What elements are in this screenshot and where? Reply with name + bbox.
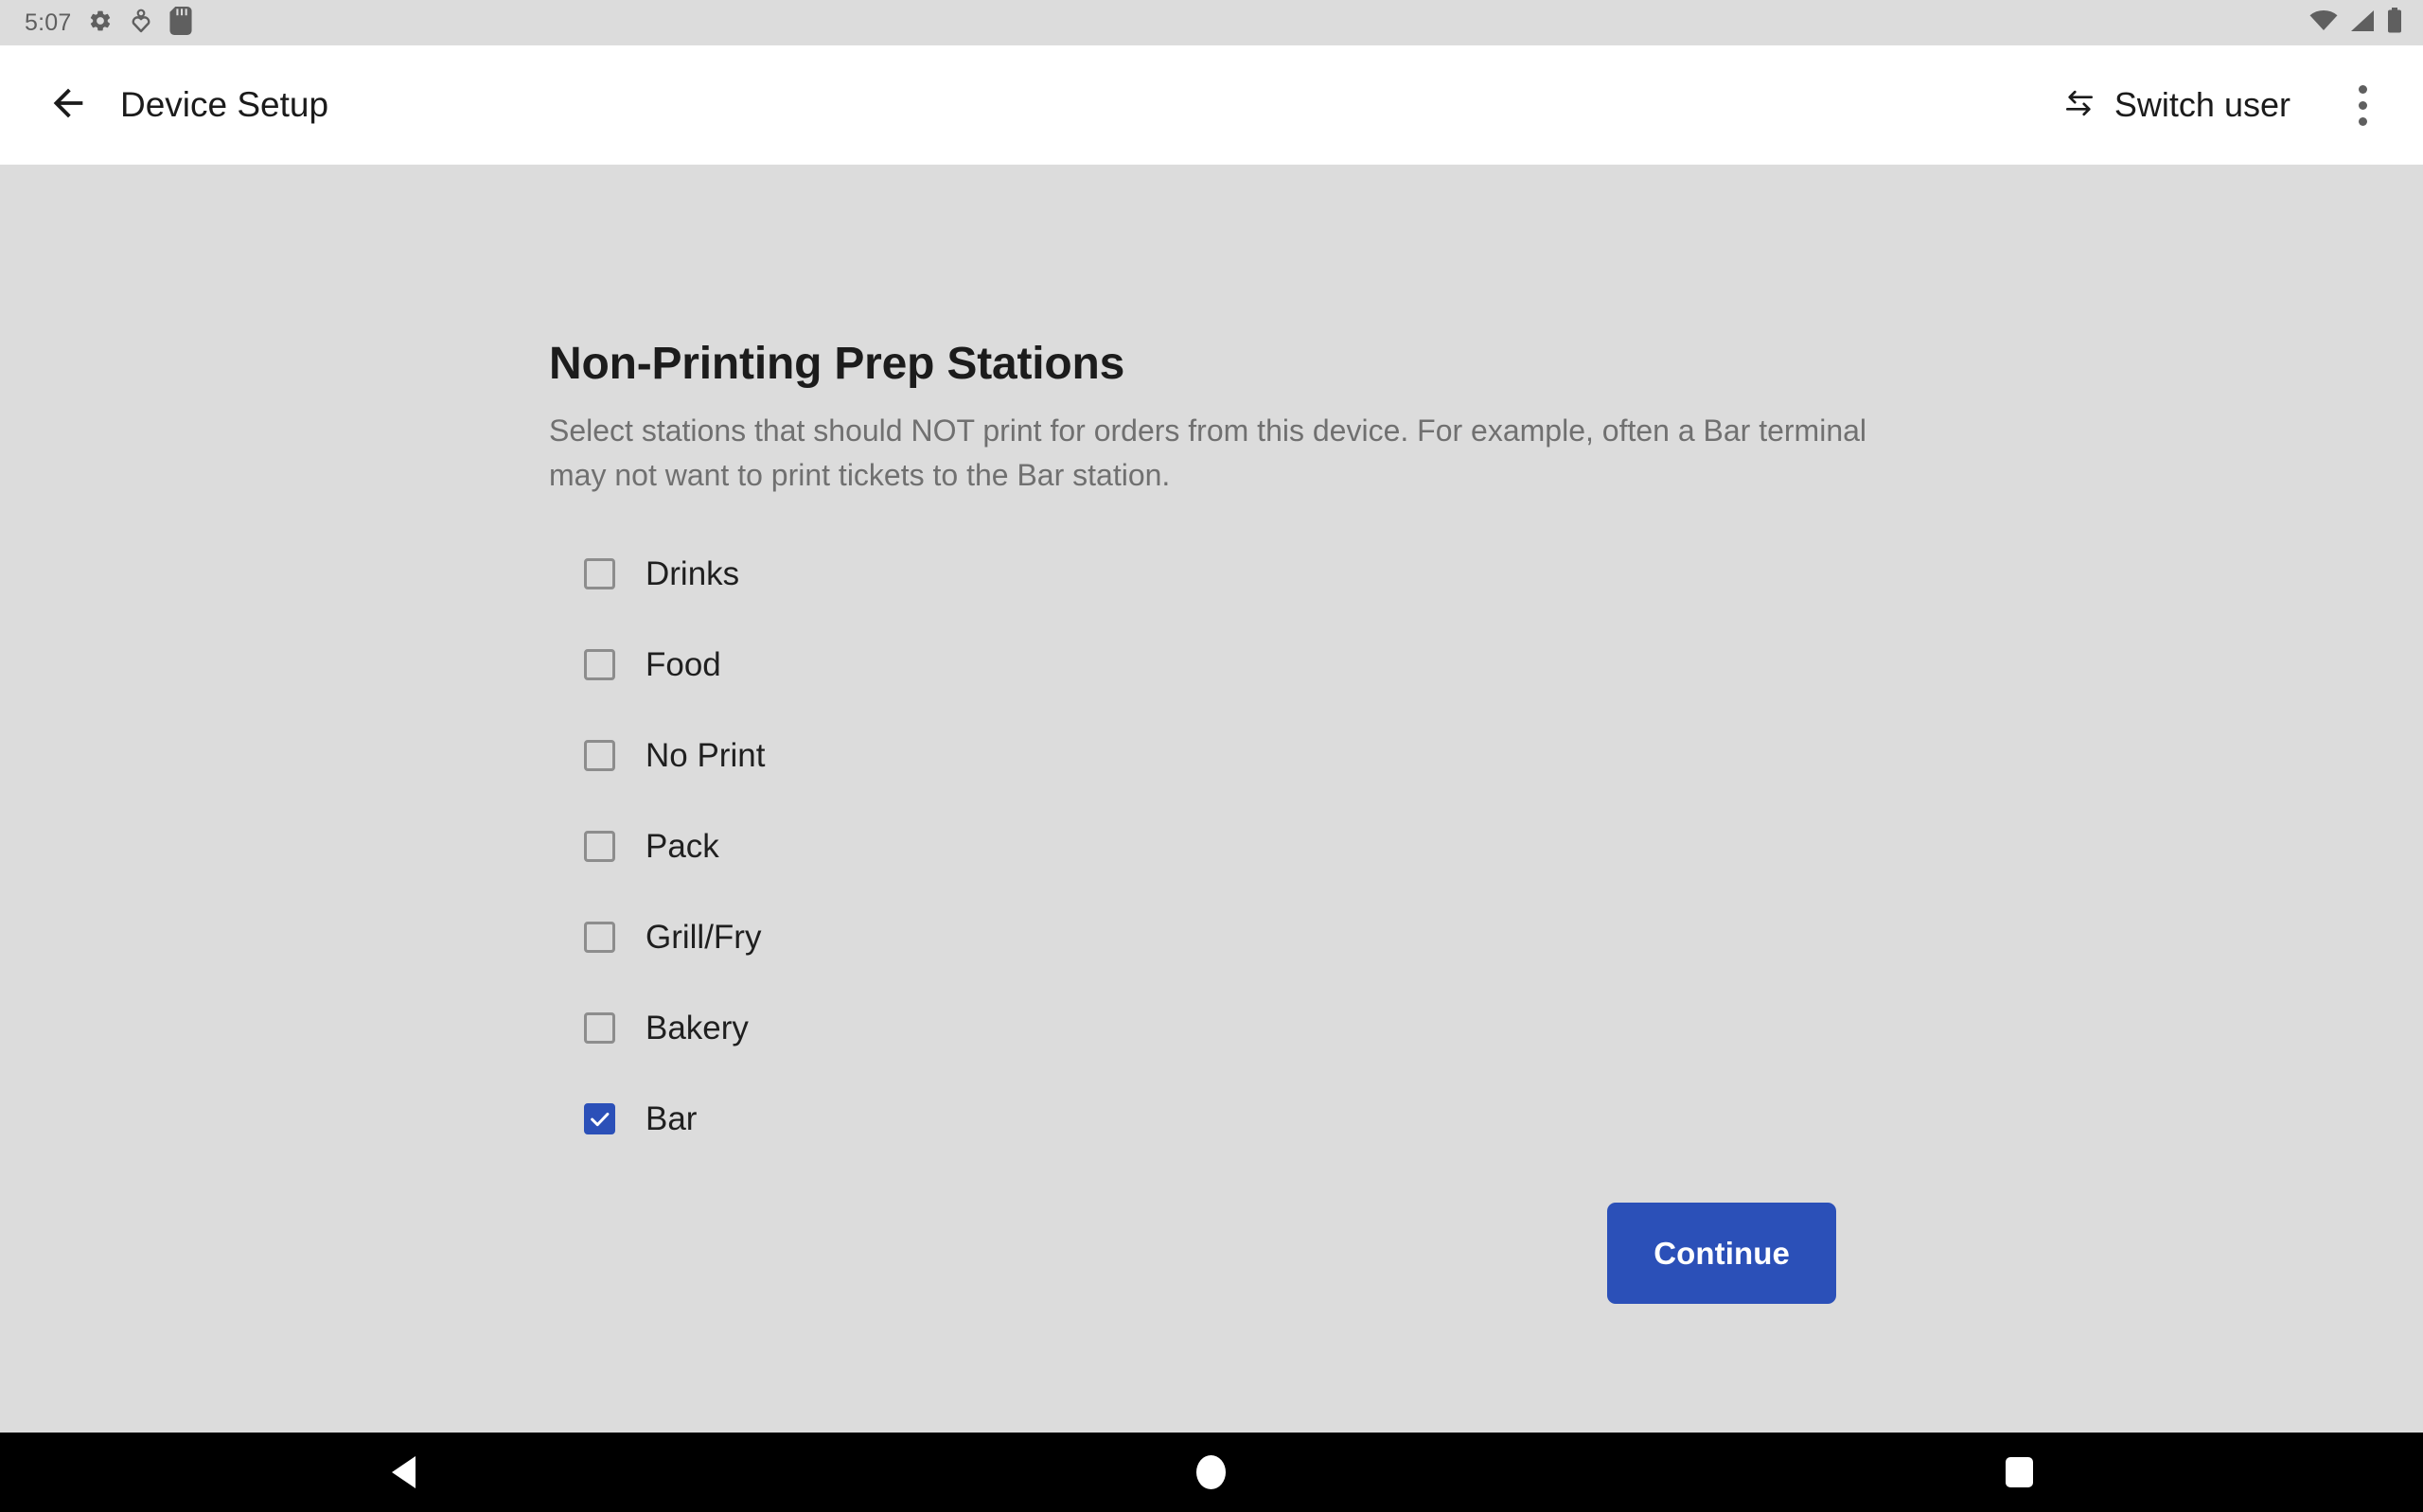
battery-icon xyxy=(2387,8,2402,38)
dnd-heart-icon xyxy=(130,9,152,38)
checkbox-unchecked-icon[interactable] xyxy=(584,830,615,862)
arrow-back-icon xyxy=(46,81,90,130)
station-checkbox-row[interactable]: Bar xyxy=(549,1073,1893,1164)
square-recents-icon xyxy=(2005,1457,2033,1487)
section-description: Select stations that should NOT print fo… xyxy=(549,413,1867,492)
checkbox-unchecked-icon[interactable] xyxy=(584,739,615,771)
nav-back-button[interactable] xyxy=(4,1433,804,1512)
station-checkbox-row[interactable]: Drinks xyxy=(549,528,1893,619)
checkbox-unchecked-icon[interactable] xyxy=(584,648,615,680)
switch-user-button[interactable]: Switch user xyxy=(2052,74,2300,137)
station-checkbox-row[interactable]: Grill/Fry xyxy=(549,891,1893,982)
station-label: Pack xyxy=(646,827,719,865)
station-checkbox-row[interactable]: Food xyxy=(549,619,1893,710)
checkbox-unchecked-icon[interactable] xyxy=(584,557,615,589)
checkbox-checked-icon[interactable] xyxy=(584,1102,615,1134)
station-label: Grill/Fry xyxy=(646,918,762,956)
overflow-dot xyxy=(2358,84,2367,94)
content-area: Non-Printing Prep Stations Select statio… xyxy=(0,165,2423,1433)
page-title: Device Setup xyxy=(120,85,329,124)
back-button[interactable] xyxy=(36,73,100,137)
checkbox-unchecked-icon[interactable] xyxy=(584,921,615,953)
overflow-dot xyxy=(2358,100,2367,110)
station-label: Bakery xyxy=(646,1009,749,1046)
status-bar-left: 5:07 xyxy=(25,6,193,40)
station-label: Food xyxy=(646,645,721,683)
switch-user-label: Switch user xyxy=(2113,85,2290,124)
app-bar: Device Setup Switch user xyxy=(0,45,2423,165)
device-screen: 5:07 Device Setup Switch user Non-Printi… xyxy=(0,0,2423,1512)
station-label: Drinks xyxy=(646,554,740,592)
setup-panel: Non-Printing Prep Stations Select statio… xyxy=(549,339,1893,1305)
station-checkbox-row[interactable]: No Print xyxy=(549,710,1893,800)
cell-signal-icon xyxy=(2350,9,2375,37)
more-vertical-icon[interactable] xyxy=(2328,71,2396,139)
station-checkbox-row[interactable]: Bakery xyxy=(549,982,1893,1073)
status-bar: 5:07 xyxy=(0,0,2423,45)
sd-card-icon xyxy=(169,6,193,40)
station-checkbox-list: Drinks Food No Print Pack Grill/Fry Bakery Bar xyxy=(549,528,1893,1164)
checkbox-unchecked-icon[interactable] xyxy=(584,1011,615,1044)
status-clock: 5:07 xyxy=(25,9,72,36)
station-checkbox-row[interactable]: Pack xyxy=(549,800,1893,891)
overflow-dot xyxy=(2358,116,2367,126)
action-row: Continue xyxy=(549,1203,1893,1305)
wifi-icon xyxy=(2309,9,2338,37)
nav-recents-button[interactable] xyxy=(1619,1433,2419,1512)
station-label: Bar xyxy=(646,1099,698,1137)
android-nav-bar xyxy=(0,1433,2423,1512)
continue-button[interactable]: Continue xyxy=(1607,1203,1836,1305)
section-heading: Non-Printing Prep Stations xyxy=(549,339,1125,389)
settings-gear-icon xyxy=(88,9,113,38)
station-label: No Print xyxy=(646,736,766,774)
circle-home-icon xyxy=(1196,1455,1227,1489)
nav-home-button[interactable] xyxy=(812,1433,1612,1512)
status-bar-right xyxy=(2309,8,2402,38)
triangle-back-icon xyxy=(392,1456,416,1488)
swap-horizontal-icon xyxy=(2061,85,2097,126)
